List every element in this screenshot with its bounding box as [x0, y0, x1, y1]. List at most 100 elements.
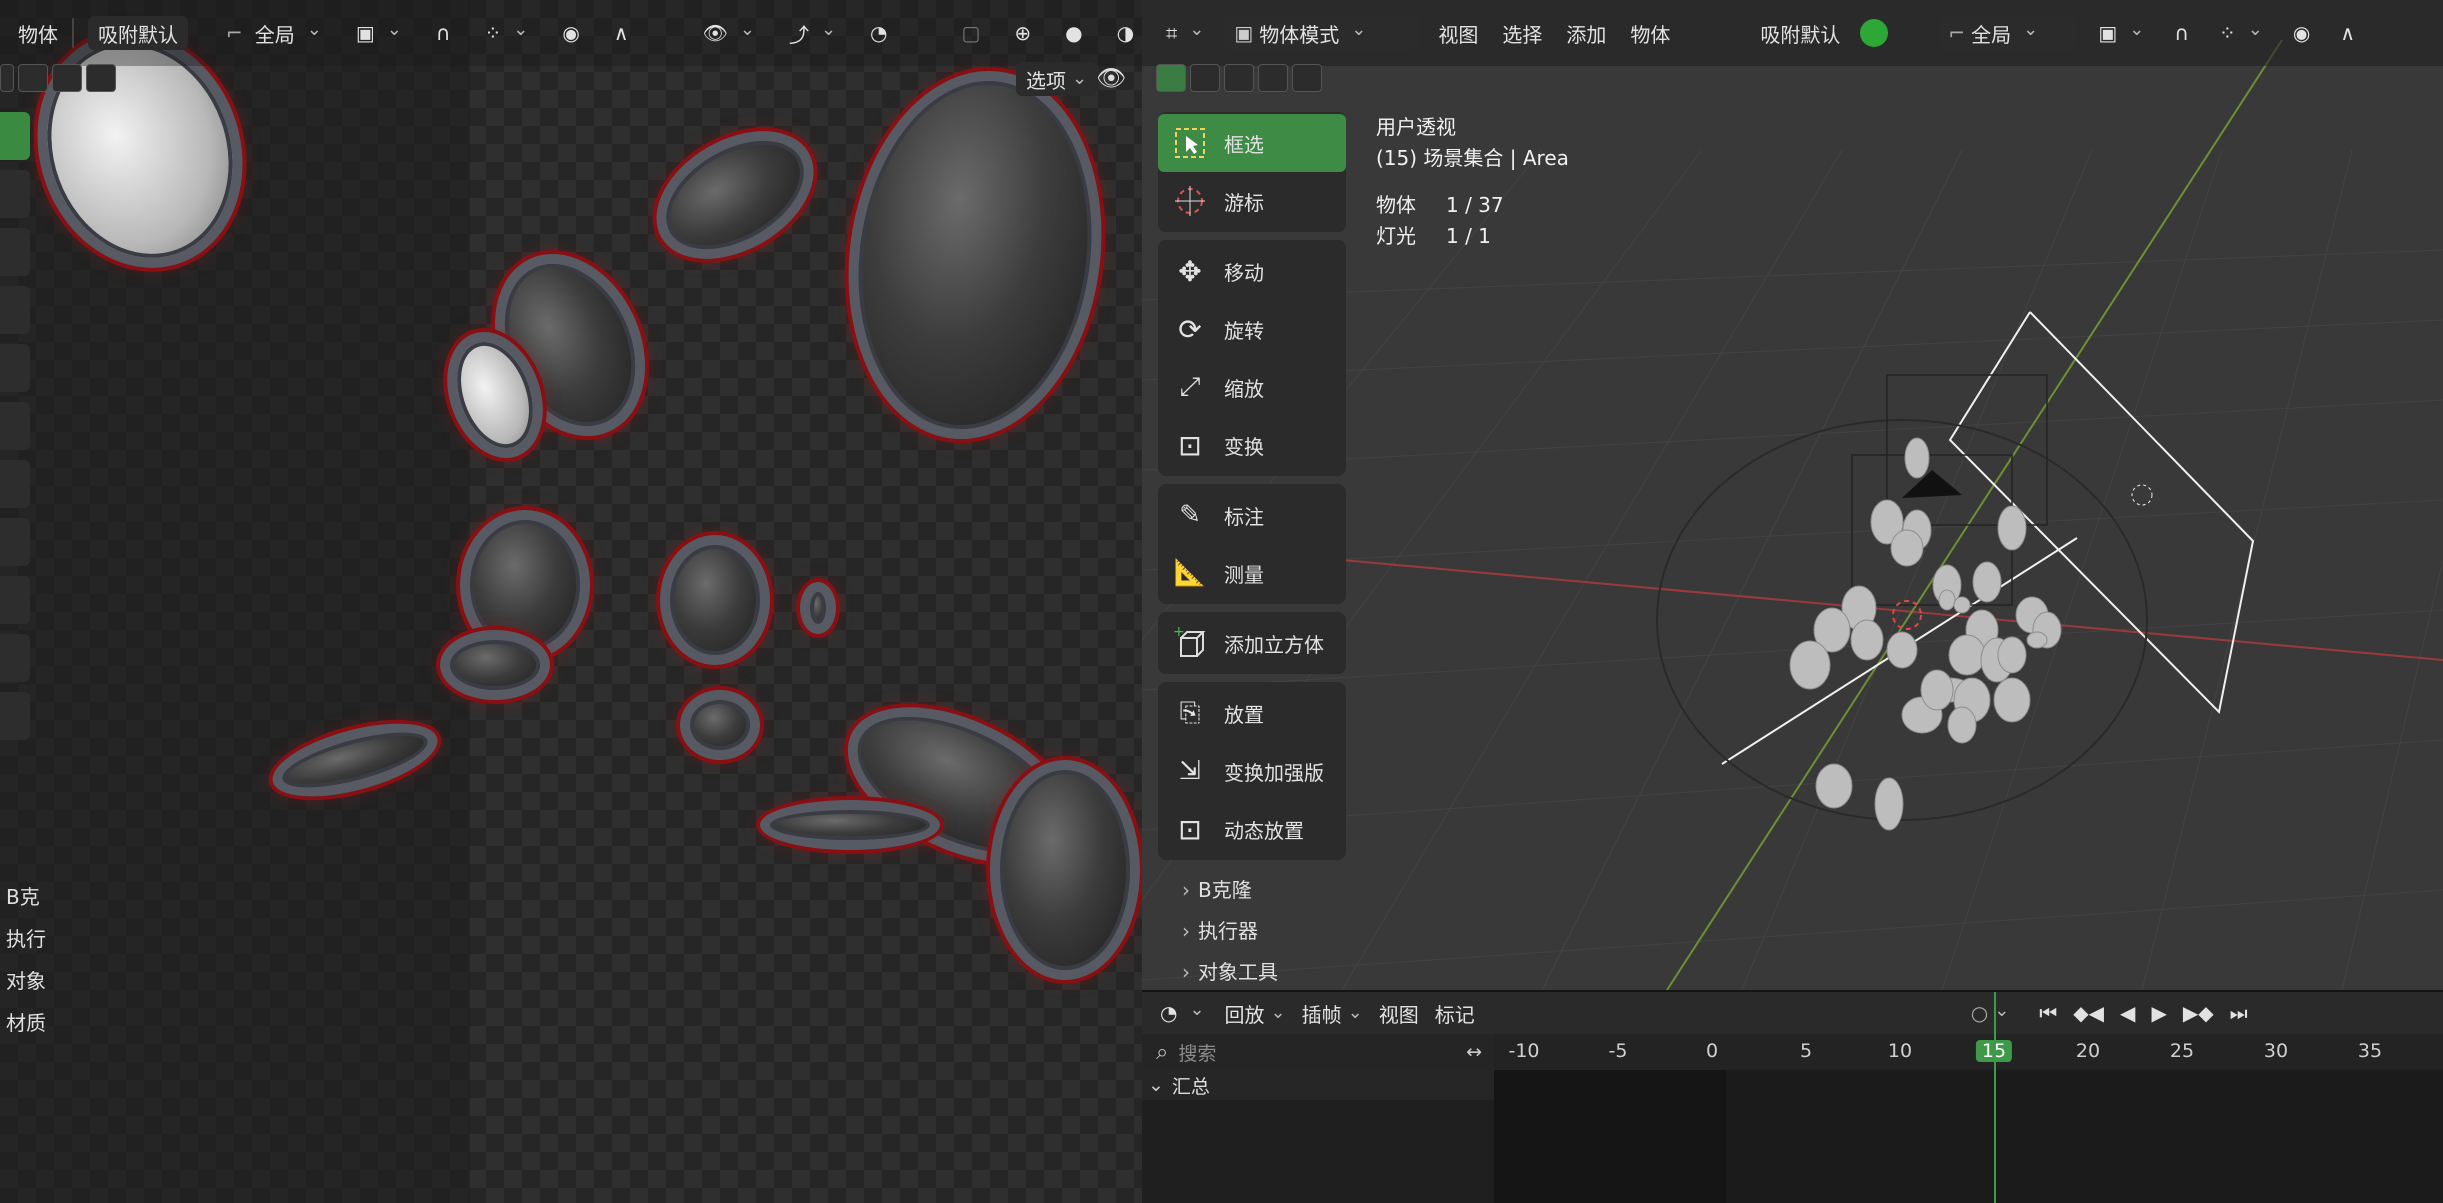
select-box-icon[interactable] [0, 112, 30, 160]
snap-target-dropdown[interactable]: ⁘ [2209, 16, 2273, 50]
snap-target-dropdown[interactable]: ⁘ [475, 16, 539, 50]
summary-channel[interactable]: ⌄ 汇总 [1142, 1070, 1494, 1100]
mode-dropdown[interactable]: ▣ 物体模式 [1224, 16, 1421, 50]
jump-next-keyframe-icon[interactable]: ▶◆ [2183, 1001, 2214, 1025]
select-intersect-icon[interactable] [86, 64, 116, 92]
left-viewport[interactable]: 物体 吸附默认 ⌐ 全局 ▣ ∩ ⁘ ◉ ∧ 👁 ⤴ ◔ ▢ ⊕ ● ◑ ◍ 选… [0, 0, 1142, 1203]
select-mode-row [1156, 64, 1322, 92]
transform-icon[interactable] [0, 402, 30, 450]
overlay-icon[interactable]: ◔ [860, 16, 897, 50]
transform-plus-icon[interactable] [0, 692, 30, 740]
tool-move[interactable]: ✥ 移动 [1158, 242, 1346, 300]
menu-marker[interactable]: 标记 [1435, 999, 1475, 1028]
auto-key-toggle[interactable]: ○ [1971, 1001, 2010, 1025]
wireframe-shading-icon[interactable]: ⊕ [1004, 16, 1041, 50]
visibility-dropdown[interactable]: 👁 [692, 16, 764, 50]
tool-group-place: ⎘ 放置 ⇲ 变换加强版 ⊡ 动态放置 [1158, 682, 1346, 860]
rotate-icon[interactable] [0, 286, 30, 334]
editor-type-dropdown[interactable]: ◔ [1156, 996, 1209, 1030]
tool-transform[interactable]: ⊡ 变换 [1158, 416, 1346, 474]
snap-default-button[interactable]: 吸附默认 [1750, 16, 1850, 50]
jump-prev-keyframe-icon[interactable]: ◆◀ [2073, 1001, 2104, 1025]
tool-transform-plus[interactable]: ⇲ 变换加强版 [1158, 742, 1346, 800]
solid-shading-icon[interactable]: ● [1055, 16, 1092, 50]
falloff-icon[interactable]: ∧ [2330, 16, 2365, 50]
editor-type-dropdown[interactable]: ⌗ [1156, 16, 1214, 50]
tool-annotate[interactable]: ✎ 标注 [1158, 486, 1346, 544]
proportional-edit-icon[interactable]: ◉ [2283, 16, 2320, 50]
side-menu-item[interactable]: 执行 [6, 918, 46, 960]
tool-cursor[interactable]: 游标 [1158, 172, 1346, 230]
falloff-icon[interactable]: ∧ [604, 16, 639, 50]
material-shading-icon[interactable]: ◑ [1107, 16, 1142, 50]
swap-arrows-icon[interactable]: ↔ [1466, 1041, 1482, 1063]
addon-executor[interactable]: 执行器 [1182, 911, 1278, 952]
side-menu-item[interactable]: 对象 [6, 960, 46, 1002]
select-new-icon[interactable] [0, 64, 14, 92]
select-difference-icon[interactable] [1258, 64, 1288, 92]
select-extend-icon[interactable] [18, 64, 48, 92]
tool-rotate[interactable]: ⟳ 旋转 [1158, 300, 1346, 358]
dopesheet-area[interactable] [1494, 1070, 2443, 1203]
blender-logo-icon[interactable] [1860, 19, 1889, 47]
pivot-dropdown[interactable]: ▣ [346, 16, 412, 50]
tool-group-select: 框选 游标 [1158, 112, 1346, 232]
menu-keying[interactable]: 插帧 [1302, 999, 1363, 1028]
xray-icon[interactable]: ▢ [951, 16, 990, 50]
tool-dynamic-place[interactable]: ⊡ 动态放置 [1158, 800, 1346, 858]
mirror-object [990, 760, 1140, 980]
proportional-edit-icon[interactable]: ◉ [552, 16, 589, 50]
cursor-icon[interactable] [0, 170, 30, 218]
tool-add-cube[interactable]: + 添加立方体 [1158, 614, 1346, 672]
move-icon[interactable] [0, 228, 30, 276]
snap-magnet-icon[interactable]: ∩ [426, 16, 461, 50]
frame-ruler[interactable]: -10 -5 0 5 10 15 20 25 30 35 [1494, 1034, 2443, 1070]
object-menu[interactable]: 物体 [18, 19, 58, 48]
select-intersect-icon[interactable] [1292, 64, 1322, 92]
place-icon[interactable] [0, 634, 30, 682]
jump-start-icon[interactable]: ⏮ [2039, 1001, 2057, 1025]
playhead-line[interactable] [1994, 992, 1996, 1203]
select-subtract-icon[interactable] [1224, 64, 1254, 92]
menu-select[interactable]: 选择 [1502, 19, 1542, 48]
menu-view[interactable]: 视图 [1438, 19, 1478, 48]
snap-default-button[interactable]: 吸附默认 [88, 16, 188, 50]
addon-object-tools[interactable]: 对象工具 [1182, 952, 1278, 990]
tool-scale[interactable]: ⤢ 缩放 [1158, 358, 1346, 416]
snap-magnet-icon[interactable]: ∩ [2164, 16, 2199, 50]
left-viewport-header: 物体 吸附默认 ⌐ 全局 ▣ ∩ ⁘ ◉ ∧ 👁 ⤴ ◔ ▢ ⊕ ● ◑ ◍ [0, 0, 1142, 66]
play-icon[interactable]: ▶ [2151, 1001, 2166, 1025]
menu-view[interactable]: 视图 [1379, 999, 1419, 1028]
menu-object[interactable]: 物体 [1630, 19, 1670, 48]
side-menu-item[interactable]: 材质 [6, 1002, 46, 1044]
channel-search[interactable]: ⌕ 搜索 ↔ [1142, 1034, 1494, 1070]
tool-measure[interactable]: 📐 测量 [1158, 544, 1346, 602]
transform-space-dropdown[interactable]: ⌐ 全局 [1938, 16, 2079, 50]
tool-select-box[interactable]: 框选 [1158, 114, 1346, 172]
options-dropdown[interactable]: 选项 [1016, 62, 1098, 96]
transform-plus-icon: ⇲ [1179, 756, 1201, 786]
eye-icon[interactable]: 👁 [1096, 64, 1126, 92]
menu-add[interactable]: 添加 [1566, 19, 1606, 48]
cursor-circle [1656, 419, 2148, 821]
timeline-editor[interactable]: ◔ 回放 插帧 视图 标记 ○ ⏮ ◆◀ ◀ ▶ ▶◆ ⏭ ⌕ 搜索 ↔ ⌄ 汇… [1142, 990, 2443, 1203]
right-viewport[interactable]: ⌗ ▣ 物体模式 视图 选择 添加 物体 吸附默认 ⌐ 全局 ▣ ∩ ⁘ ◉ ∧… [1142, 0, 2443, 990]
pivot-dropdown[interactable]: ▣ [2088, 16, 2154, 50]
select-extend-icon[interactable] [1190, 64, 1220, 92]
annotate-icon[interactable] [0, 460, 30, 508]
add-cube-icon[interactable] [0, 576, 30, 624]
jump-end-icon[interactable]: ⏭ [2230, 1001, 2248, 1025]
menu-playback[interactable]: 回放 [1225, 999, 1286, 1028]
toggle-switch[interactable] [72, 18, 74, 48]
transform-space-dropdown[interactable]: ⌐ 全局 [216, 16, 332, 50]
addon-bclone[interactable]: B克隆 [1182, 870, 1278, 911]
scale-icon[interactable] [0, 344, 30, 392]
select-new-icon[interactable] [1156, 64, 1186, 92]
gizmo-dropdown[interactable]: ⤴ [779, 16, 846, 50]
select-subtract-icon[interactable] [52, 64, 82, 92]
play-reverse-icon[interactable]: ◀ [2120, 1001, 2135, 1025]
measure-icon[interactable] [0, 518, 30, 566]
tool-place[interactable]: ⎘ 放置 [1158, 684, 1346, 742]
search-input[interactable]: 搜索 [1178, 1039, 1216, 1066]
side-menu-item[interactable]: B克 [6, 876, 46, 918]
